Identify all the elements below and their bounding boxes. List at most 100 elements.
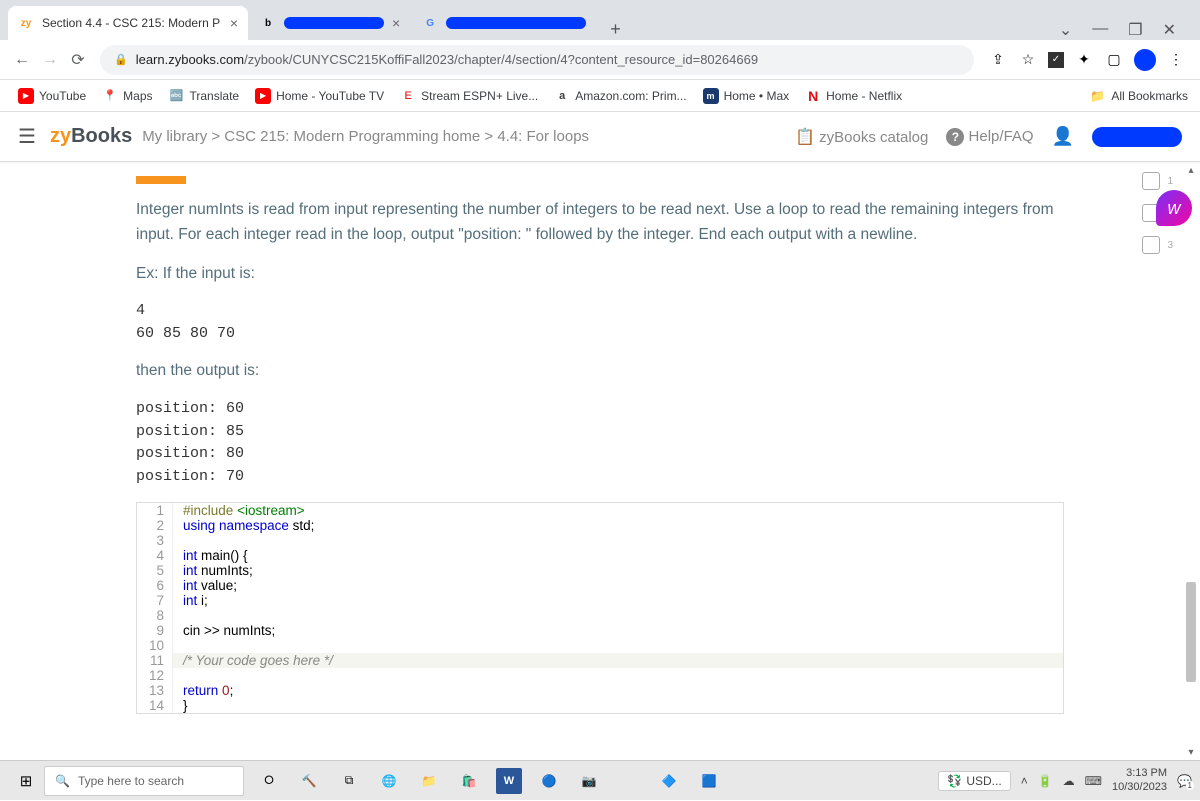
extension-check-icon[interactable]: ✓ bbox=[1048, 52, 1064, 68]
tab-close-icon[interactable]: × bbox=[230, 15, 238, 31]
puzzle-icon[interactable]: ✦ bbox=[1074, 50, 1094, 70]
code-text[interactable] bbox=[173, 668, 1063, 683]
window-dropdown-icon[interactable]: ⌄ bbox=[1059, 20, 1072, 40]
code-text[interactable]: } bbox=[173, 698, 1063, 713]
word-icon[interactable]: W bbox=[496, 768, 522, 794]
taskbar-search[interactable]: 🔍 Type here to search bbox=[44, 766, 244, 796]
code-text[interactable]: cin >> numInts; bbox=[173, 623, 1063, 638]
code-text[interactable] bbox=[173, 608, 1063, 623]
max-icon: m bbox=[703, 88, 719, 104]
code-line[interactable]: 11 /* Your code goes here */ bbox=[137, 653, 1063, 668]
code-line[interactable]: 4int main() { bbox=[137, 548, 1063, 563]
back-button[interactable]: ← bbox=[8, 46, 36, 74]
browser-tab-active[interactable]: zy Section 4.4 - CSC 215: Modern P × bbox=[8, 6, 248, 40]
app-icon-2[interactable]: 🟦 bbox=[696, 768, 722, 794]
app-hammer-icon[interactable]: 🔨 bbox=[296, 768, 322, 794]
scroll-down-icon[interactable]: ▾ bbox=[1184, 744, 1198, 760]
code-text[interactable] bbox=[173, 533, 1063, 548]
code-line[interactable]: 6 int value; bbox=[137, 578, 1063, 593]
code-text[interactable]: int numInts; bbox=[173, 563, 1063, 578]
code-text[interactable]: int i; bbox=[173, 593, 1063, 608]
code-text[interactable] bbox=[173, 638, 1063, 653]
catalog-link[interactable]: 📋 zyBooks catalog bbox=[795, 127, 928, 147]
bookmark-max[interactable]: mHome • Max bbox=[697, 84, 796, 108]
square-icon[interactable]: ▢ bbox=[1104, 50, 1124, 70]
example-input: 4 60 85 80 70 bbox=[120, 300, 1080, 345]
bookmark-netflix[interactable]: NHome - Netflix bbox=[799, 84, 908, 108]
bookmark-espn[interactable]: EStream ESPN+ Live... bbox=[394, 84, 544, 108]
user-icon[interactable]: 👤 bbox=[1052, 126, 1074, 147]
code-text[interactable]: /* Your code goes here */ bbox=[173, 653, 1063, 668]
chrome-icon[interactable]: 🔵 bbox=[536, 768, 562, 794]
code-line[interactable]: 10 bbox=[137, 638, 1063, 653]
youtube-icon: ▶ bbox=[18, 88, 34, 104]
code-text[interactable]: return 0; bbox=[173, 683, 1063, 698]
new-tab-button[interactable]: + bbox=[598, 19, 633, 40]
tab-close-icon[interactable]: × bbox=[392, 15, 400, 31]
share-icon[interactable]: ⇪ bbox=[988, 50, 1008, 70]
start-button[interactable]: ⊞ bbox=[8, 761, 44, 801]
code-line[interactable]: 12 bbox=[137, 668, 1063, 683]
code-line[interactable]: 3 bbox=[137, 533, 1063, 548]
cortana-icon[interactable]: ⭘ bbox=[256, 768, 282, 794]
step-checkbox-1[interactable]: 1 bbox=[1142, 172, 1160, 190]
windows-taskbar: ⊞ 🔍 Type here to search ⭘ 🔨 ⧉ 🌐 📁 🛍️ W 🔵… bbox=[0, 760, 1200, 800]
search-icon: 🔍 bbox=[55, 774, 70, 788]
camera-icon[interactable]: 📷 bbox=[576, 768, 602, 794]
taskbar-clock[interactable]: 3:13 PM 10/30/2023 bbox=[1112, 767, 1167, 793]
reload-button[interactable]: ⟳ bbox=[64, 46, 92, 74]
all-bookmarks-button[interactable]: 📁All Bookmarks bbox=[1090, 89, 1188, 103]
netflix-icon: N bbox=[805, 88, 821, 104]
browser-tab-2[interactable]: b × bbox=[250, 6, 410, 40]
breadcrumb[interactable]: My library > CSC 215: Modern Programming… bbox=[142, 128, 589, 145]
code-text[interactable]: #include <iostream> bbox=[173, 503, 1063, 518]
close-window-icon[interactable]: ✕ bbox=[1163, 20, 1176, 40]
code-line[interactable]: 14} bbox=[137, 698, 1063, 713]
app-icon[interactable]: 🔷 bbox=[656, 768, 682, 794]
scroll-up-icon[interactable]: ▴ bbox=[1184, 162, 1198, 178]
notifications-icon[interactable]: 💬1 bbox=[1177, 774, 1192, 788]
profile-avatar[interactable] bbox=[1134, 49, 1156, 71]
code-line[interactable]: 8 bbox=[137, 608, 1063, 623]
forward-button[interactable]: → bbox=[36, 46, 64, 74]
address-bar: ← → ⟳ 🔒 learn.zybooks.com/zybook/CUNYCSC… bbox=[0, 40, 1200, 80]
store-icon[interactable]: 🛍️ bbox=[456, 768, 482, 794]
browser-tab-3[interactable]: G bbox=[412, 6, 596, 40]
star-icon[interactable]: ☆ bbox=[1018, 50, 1038, 70]
scrollbar-vertical[interactable]: ▴ ▾ bbox=[1184, 162, 1198, 760]
maximize-icon[interactable]: ❐ bbox=[1128, 20, 1142, 40]
line-number: 2 bbox=[137, 518, 173, 533]
step-checkbox-3[interactable]: 3 bbox=[1142, 236, 1160, 254]
code-line[interactable]: 2using namespace std; bbox=[137, 518, 1063, 533]
bookmark-translate[interactable]: 🔤Translate bbox=[163, 84, 246, 108]
code-editor[interactable]: 1#include <iostream>2using namespace std… bbox=[136, 502, 1064, 714]
hamburger-menu-icon[interactable]: ☰ bbox=[18, 124, 36, 149]
explorer-icon[interactable]: 📁 bbox=[416, 768, 442, 794]
code-text[interactable]: using namespace std; bbox=[173, 518, 1063, 533]
input-icon[interactable]: ⌨ bbox=[1085, 774, 1102, 788]
battery-icon[interactable]: 🔋 bbox=[1038, 774, 1053, 788]
tray-chevron-icon[interactable]: ˄ bbox=[1021, 774, 1028, 788]
code-line[interactable]: 1#include <iostream> bbox=[137, 503, 1063, 518]
redacted-scribble bbox=[446, 17, 586, 29]
help-link[interactable]: ? Help/FAQ bbox=[946, 128, 1033, 146]
minimize-icon[interactable]: — bbox=[1092, 20, 1108, 40]
code-line[interactable]: 9 cin >> numInts; bbox=[137, 623, 1063, 638]
scroll-thumb[interactable] bbox=[1186, 582, 1196, 682]
code-line[interactable]: 5 int numInts; bbox=[137, 563, 1063, 578]
edge-icon[interactable]: 🌐 bbox=[376, 768, 402, 794]
task-view-icon[interactable]: ⧉ bbox=[336, 768, 362, 794]
wifi-icon[interactable]: ☁ bbox=[1063, 774, 1075, 788]
bookmark-amazon[interactable]: aAmazon.com: Prim... bbox=[548, 84, 692, 108]
code-text[interactable]: int value; bbox=[173, 578, 1063, 593]
zybooks-logo[interactable]: zyBooks bbox=[50, 125, 132, 148]
bookmark-youtube[interactable]: ▶YouTube bbox=[12, 84, 92, 108]
code-line[interactable]: 7 int i; bbox=[137, 593, 1063, 608]
menu-dots-icon[interactable]: ⋮ bbox=[1166, 50, 1186, 70]
code-line[interactable]: 13 return 0; bbox=[137, 683, 1063, 698]
bookmark-yttv[interactable]: ▶Home - YouTube TV bbox=[249, 84, 390, 108]
bookmark-maps[interactable]: 📍Maps bbox=[96, 84, 158, 108]
code-text[interactable]: int main() { bbox=[173, 548, 1063, 563]
currency-widget[interactable]: 💱USD... bbox=[938, 771, 1010, 791]
url-input[interactable]: 🔒 learn.zybooks.com/zybook/CUNYCSC215Kof… bbox=[100, 45, 974, 75]
